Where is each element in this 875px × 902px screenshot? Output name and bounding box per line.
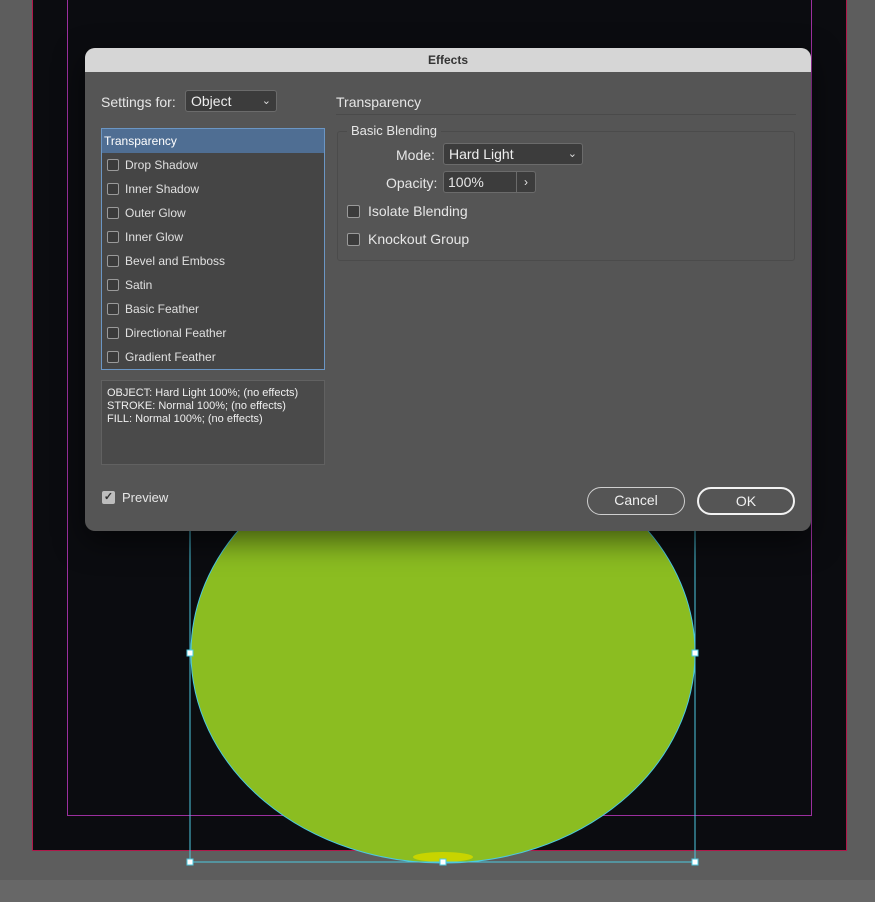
handle-middle-left[interactable] (186, 649, 194, 657)
dialog-title: Effects (85, 48, 811, 72)
chevron-down-icon: ⌄ (261, 95, 271, 107)
panel-divider (336, 114, 796, 115)
effects-summary: OBJECT: Hard Light 100%; (no effects) ST… (101, 380, 325, 465)
effect-item-basic-feather[interactable]: Basic Feather (102, 297, 324, 321)
effect-item-label: Bevel and Emboss (125, 254, 226, 268)
basic-blending-title: Basic Blending (347, 123, 441, 138)
isolate-blending-option[interactable]: Isolate Blending (347, 203, 468, 219)
effects-list: Transparency Drop Shadow Inner Shadow Ou… (101, 128, 325, 370)
isolate-blending-checkbox[interactable] (347, 204, 360, 218)
preview-label: Preview (122, 490, 169, 505)
drop-shadow-checkbox[interactable] (107, 159, 119, 171)
effect-item-inner-glow[interactable]: Inner Glow (102, 225, 324, 249)
ok-button[interactable]: OK (697, 487, 795, 515)
settings-for-label: Settings for: (101, 94, 176, 110)
basic-feather-checkbox[interactable] (107, 303, 119, 315)
blend-mode-select[interactable]: Hard Light ⌄ (443, 143, 583, 165)
effect-item-bevel-and-emboss[interactable]: Bevel and Emboss (102, 249, 324, 273)
handle-middle-right[interactable] (691, 649, 699, 657)
handle-bottom-center[interactable] (439, 858, 447, 866)
knockout-group-option[interactable]: Knockout Group (347, 231, 469, 247)
cancel-button[interactable]: Cancel (587, 487, 685, 515)
effect-item-outer-glow[interactable]: Outer Glow (102, 201, 324, 225)
effect-item-inner-shadow[interactable]: Inner Shadow (102, 177, 324, 201)
effects-dialog: Effects Settings for: Object ⌄ Transpare… (85, 48, 811, 531)
panel-title: Transparency (336, 94, 422, 110)
chevron-right-icon[interactable]: › (516, 171, 536, 193)
effect-item-label: Inner Shadow (125, 182, 200, 196)
effect-item-transparency[interactable]: Transparency (102, 129, 324, 153)
directional-feather-checkbox[interactable] (107, 327, 119, 339)
outer-glow-checkbox[interactable] (107, 207, 119, 219)
handle-bottom-left[interactable] (186, 858, 194, 866)
effect-item-satin[interactable]: Satin (102, 273, 324, 297)
summary-line-stroke: STROKE: Normal 100%; (no effects) (107, 400, 286, 412)
settings-for-value: Object (191, 93, 232, 109)
effect-item-label: Inner Glow (125, 230, 184, 244)
inner-glow-checkbox[interactable] (107, 231, 119, 243)
opacity-label: Opacity: (386, 175, 438, 191)
settings-for-select[interactable]: Object ⌄ (185, 90, 277, 112)
summary-line-object: OBJECT: Hard Light 100%; (no effects) (107, 387, 299, 399)
effect-item-label: Directional Feather (125, 326, 227, 340)
preview-toggle[interactable]: ✓ Preview (102, 490, 168, 505)
knockout-group-label: Knockout Group (368, 231, 470, 247)
effect-item-label: Drop Shadow (125, 158, 198, 172)
inner-shadow-checkbox[interactable] (107, 183, 119, 195)
summary-line-fill: FILL: Normal 100%; (no effects) (107, 413, 263, 425)
handle-bottom-right[interactable] (691, 858, 699, 866)
effect-item-label: Gradient Feather (125, 350, 216, 364)
mode-label: Mode: (396, 147, 435, 163)
effect-item-label: Transparency (104, 134, 177, 148)
bevel-and-emboss-checkbox[interactable] (107, 255, 119, 267)
knockout-group-checkbox[interactable] (347, 232, 360, 246)
chevron-down-icon: ⌄ (567, 148, 577, 160)
satin-checkbox[interactable] (107, 279, 119, 291)
effect-item-label: Basic Feather (125, 302, 200, 316)
checkmark-icon[interactable]: ✓ (102, 491, 115, 504)
gradient-feather-checkbox[interactable] (107, 351, 119, 363)
opacity-input[interactable]: 100% (443, 171, 521, 193)
effect-item-directional-feather[interactable]: Directional Feather (102, 321, 324, 345)
effect-item-drop-shadow[interactable]: Drop Shadow (102, 153, 324, 177)
effect-item-label: Outer Glow (125, 206, 186, 220)
blend-mode-value: Hard Light (449, 146, 514, 162)
effect-item-gradient-feather[interactable]: Gradient Feather (102, 345, 324, 369)
isolate-blending-label: Isolate Blending (368, 203, 468, 219)
effect-item-label: Satin (125, 278, 153, 292)
